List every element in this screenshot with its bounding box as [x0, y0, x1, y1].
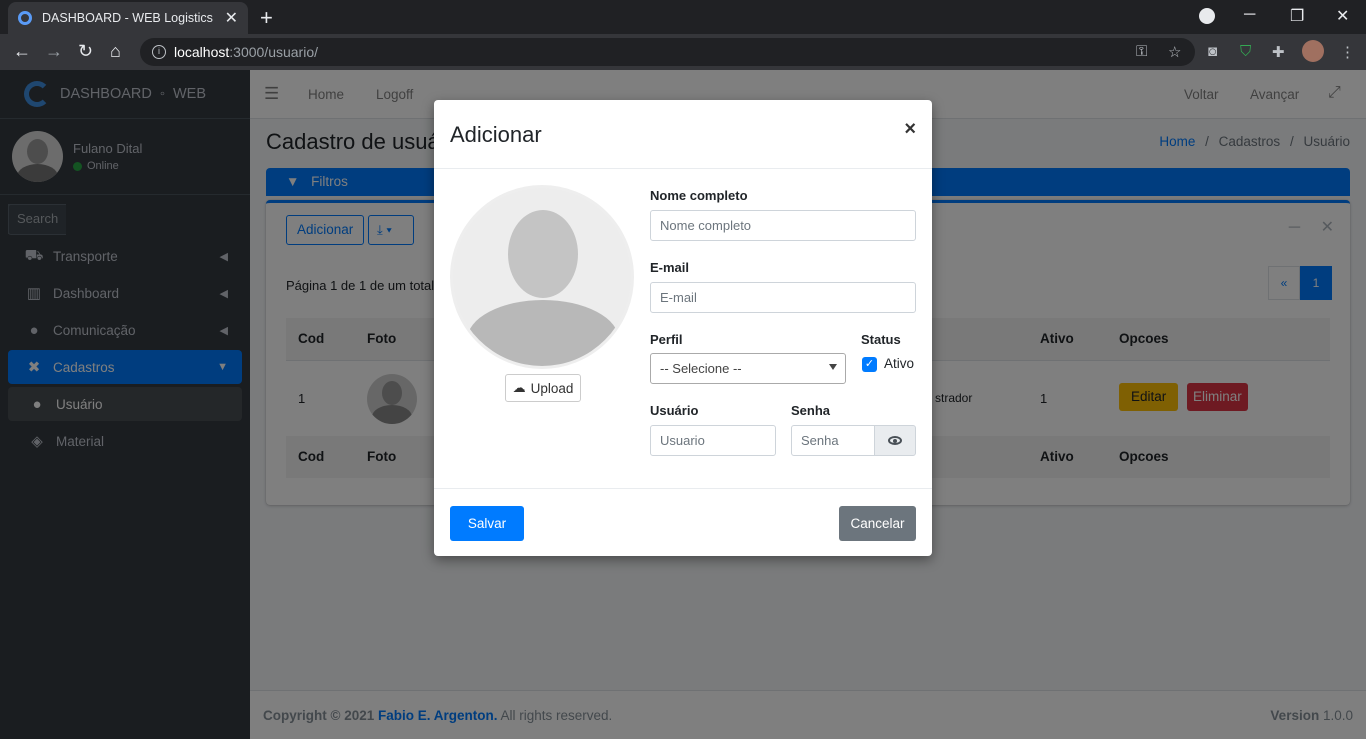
home-icon[interactable]: ⌂ — [110, 41, 121, 62]
reload-icon[interactable]: ↻ — [78, 41, 93, 62]
perfil-label: Perfil — [650, 332, 683, 347]
favicon-icon — [18, 11, 32, 25]
back-icon[interactable]: ← — [13, 41, 31, 62]
modal-footer: Salvar Cancelar — [434, 488, 932, 556]
ativo-label[interactable]: Ativo — [884, 356, 914, 371]
address-bar[interactable]: i localhost :3000/usuario/ — [140, 38, 1195, 66]
upload-label: Upload — [530, 380, 574, 396]
cloud-upload-icon: ☁ — [512, 380, 526, 395]
browser-tab[interactable]: DASHBOARD - WEB Logistics ✕ — [8, 2, 248, 34]
minimize-icon[interactable]: ─ — [1244, 6, 1255, 24]
restore-icon[interactable]: ❐ — [1290, 6, 1304, 26]
status-label: Status — [861, 332, 901, 347]
upload-button[interactable]: ☁ Upload — [505, 374, 581, 402]
usuario-label: Usuário — [650, 403, 699, 418]
add-user-modal: Adicionar × ☁ Upload Nome completo Nome … — [434, 100, 932, 556]
site-info-icon[interactable]: i — [152, 45, 166, 59]
profile-avatar[interactable] — [1302, 40, 1324, 62]
perfil-select[interactable]: -- Selecione -- — [650, 353, 846, 384]
star-icon[interactable]: ☆ — [1168, 43, 1181, 61]
modal-header: Adicionar × — [434, 100, 932, 169]
new-tab-button[interactable]: + — [260, 5, 273, 31]
menu-icon[interactable]: ⋮ — [1340, 43, 1355, 61]
url-path: :3000/usuario/ — [229, 44, 318, 60]
cancel-button[interactable]: Cancelar — [839, 506, 916, 541]
modal-title: Adicionar — [450, 122, 542, 147]
user-photo-preview — [450, 185, 634, 369]
nome-input[interactable]: Nome completo — [650, 210, 916, 241]
forward-icon[interactable]: → — [45, 41, 63, 62]
ativo-checkbox[interactable]: ✓ — [862, 357, 877, 372]
camera-icon[interactable]: ◙ — [1208, 43, 1217, 60]
dropdown-arrow-icon — [829, 364, 837, 370]
usuario-input[interactable]: Usuario — [650, 425, 776, 456]
key-icon[interactable]: ⚿ — [1136, 43, 1147, 60]
url-host: localhost — [174, 44, 230, 60]
nome-label: Nome completo — [650, 188, 748, 203]
email-input[interactable]: E-mail — [650, 282, 916, 313]
senha-label: Senha — [791, 403, 831, 418]
tab-close-icon[interactable]: ✕ — [225, 8, 238, 28]
window-close-icon[interactable]: ✕ — [1336, 6, 1349, 26]
browser-toolbar: ← → ↻ ⌂ i localhost :3000/usuario/ ⚿ ☆ ◙… — [0, 34, 1366, 70]
toggle-password-button[interactable] — [874, 425, 916, 456]
shield-icon[interactable]: ⛉ — [1240, 43, 1251, 60]
modal-close-button[interactable]: × — [904, 118, 916, 141]
perfil-selected-value: -- Selecione -- — [660, 361, 742, 376]
browser-tabbar: DASHBOARD - WEB Logistics ✕ + ─ ❐ ✕ — [0, 0, 1366, 34]
save-button[interactable]: Salvar — [450, 506, 524, 541]
senha-input[interactable]: Senha — [791, 425, 875, 456]
email-label: E-mail — [650, 260, 690, 275]
eye-icon — [888, 436, 902, 445]
tab-title: DASHBOARD - WEB Logistics — [42, 11, 213, 25]
profile-menu-icon[interactable] — [1199, 8, 1215, 24]
extensions-icon[interactable]: ✚ — [1272, 43, 1285, 61]
